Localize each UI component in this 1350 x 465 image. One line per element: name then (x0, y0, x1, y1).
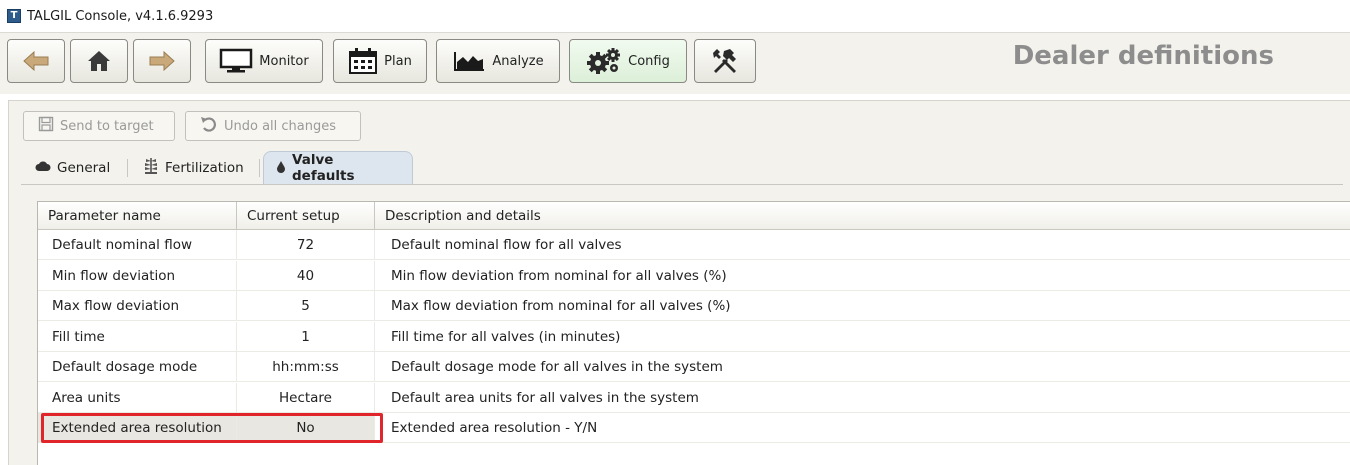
current-setup-cell[interactable]: 5 (236, 291, 374, 321)
tab-separator (127, 159, 128, 177)
undo-icon (200, 116, 218, 136)
arrow-left-icon (22, 49, 50, 73)
send-to-target-button[interactable]: Send to target (23, 111, 175, 141)
plan-label: Plan (384, 53, 412, 69)
save-icon (38, 116, 54, 136)
monitor-button[interactable]: Monitor (205, 39, 323, 83)
description-cell: Max flow deviation from nominal for all … (374, 291, 1350, 321)
description-cell: Default nominal flow for all valves (374, 230, 1350, 260)
window-title: TALGIL Console, v4.1.6.9293 (27, 8, 214, 24)
parameter-name-cell: Default nominal flow (52, 237, 193, 253)
config-button[interactable]: Config (569, 39, 687, 83)
tab-valve-defaults-label: Valve defaults (292, 152, 355, 184)
tab-general-label: General (57, 159, 111, 176)
current-setup-cell[interactable]: Hectare (236, 383, 374, 413)
app-icon: T (7, 9, 21, 23)
description-cell: Min flow deviation from nominal for all … (374, 261, 1350, 291)
table-row[interactable]: Area units Hectare Default area units fo… (38, 383, 1350, 413)
monitor-icon (219, 48, 253, 74)
current-setup-cell[interactable]: No (236, 413, 374, 443)
gears-icon (586, 47, 622, 75)
description-cell: Default area units for all valves in the… (374, 383, 1350, 413)
table-row[interactable]: Min flow deviation 40 Min flow deviation… (38, 261, 1350, 291)
description-cell: Extended area resolution - Y/N (374, 413, 1350, 443)
undo-all-changes-label: Undo all changes (224, 118, 337, 134)
parameter-name-cell: Default dosage mode (52, 359, 198, 375)
description-cell: Fill time for all valves (in minutes) (374, 322, 1350, 352)
cloud-icon (35, 160, 51, 176)
tab-fertilization-label: Fertilization (165, 159, 244, 176)
plan-button[interactable]: Plan (333, 39, 427, 83)
undo-all-changes-button[interactable]: Undo all changes (185, 111, 361, 141)
parameter-name-cell: Extended area resolution (38, 413, 236, 443)
column-header-description[interactable]: Description and details (374, 202, 1350, 230)
tab-underline (21, 184, 1343, 185)
table-row[interactable]: Default nominal flow 72 Default nominal … (38, 230, 1350, 260)
table-header: Parameter name Current setup Description… (38, 202, 1350, 230)
description-cell: Default dosage mode for all valves in th… (374, 352, 1350, 382)
tab-separator (259, 159, 260, 177)
tab-fertilization[interactable]: Fertilization (131, 151, 255, 184)
current-setup-cell[interactable]: 72 (236, 230, 374, 260)
tab-valve-defaults[interactable]: Valve defaults (263, 151, 413, 184)
tab-bar: General Fertilization Valve defaults (21, 151, 1343, 184)
forward-button[interactable] (133, 39, 191, 83)
table-row[interactable]: Extended area resolution No Extended are… (38, 413, 1350, 443)
back-button[interactable] (7, 39, 65, 83)
table-row[interactable]: Fill time 1 Fill time for all valves (in… (38, 322, 1350, 352)
tools-button[interactable] (694, 39, 756, 83)
home-button[interactable] (70, 39, 128, 83)
parameter-name-cell: Min flow deviation (52, 268, 176, 284)
parameters-table: Parameter name Current setup Description… (37, 201, 1350, 465)
tools-icon (710, 47, 740, 75)
plant-icon (143, 157, 159, 179)
parameter-name-cell: Max flow deviation (52, 298, 180, 314)
monitor-label: Monitor (259, 53, 309, 69)
column-header-parameter-name[interactable]: Parameter name (38, 202, 236, 230)
send-to-target-label: Send to target (60, 118, 154, 134)
drop-icon (276, 160, 286, 177)
area-chart-icon (452, 49, 486, 73)
config-label: Config (628, 53, 670, 69)
window-titlebar: T TALGIL Console, v4.1.6.9293 (0, 0, 1350, 32)
calendar-icon (348, 47, 378, 75)
page-title: Dealer definitions (1012, 41, 1274, 71)
table-row[interactable]: Default dosage mode hh:mm:ss Default dos… (38, 352, 1350, 382)
table-row[interactable]: Max flow deviation 5 Max flow deviation … (38, 291, 1350, 321)
parameter-name-cell: Area units (52, 390, 121, 406)
arrow-right-icon (148, 49, 176, 73)
current-setup-cell[interactable]: 1 (236, 322, 374, 352)
parameter-name-cell: Fill time (52, 329, 105, 345)
content-panel: Send to target Undo all changes General … (8, 100, 1350, 465)
current-setup-cell[interactable]: hh:mm:ss (236, 352, 374, 382)
column-header-current-setup[interactable]: Current setup (236, 202, 374, 230)
analyze-label: Analyze (492, 53, 544, 69)
current-setup-cell[interactable]: 40 (236, 261, 374, 291)
tab-general[interactable]: General (23, 151, 123, 184)
home-icon (86, 49, 112, 73)
analyze-button[interactable]: Analyze (436, 39, 560, 83)
main-toolbar: Monitor Plan Analyze Config Dealer defin… (0, 32, 1350, 94)
